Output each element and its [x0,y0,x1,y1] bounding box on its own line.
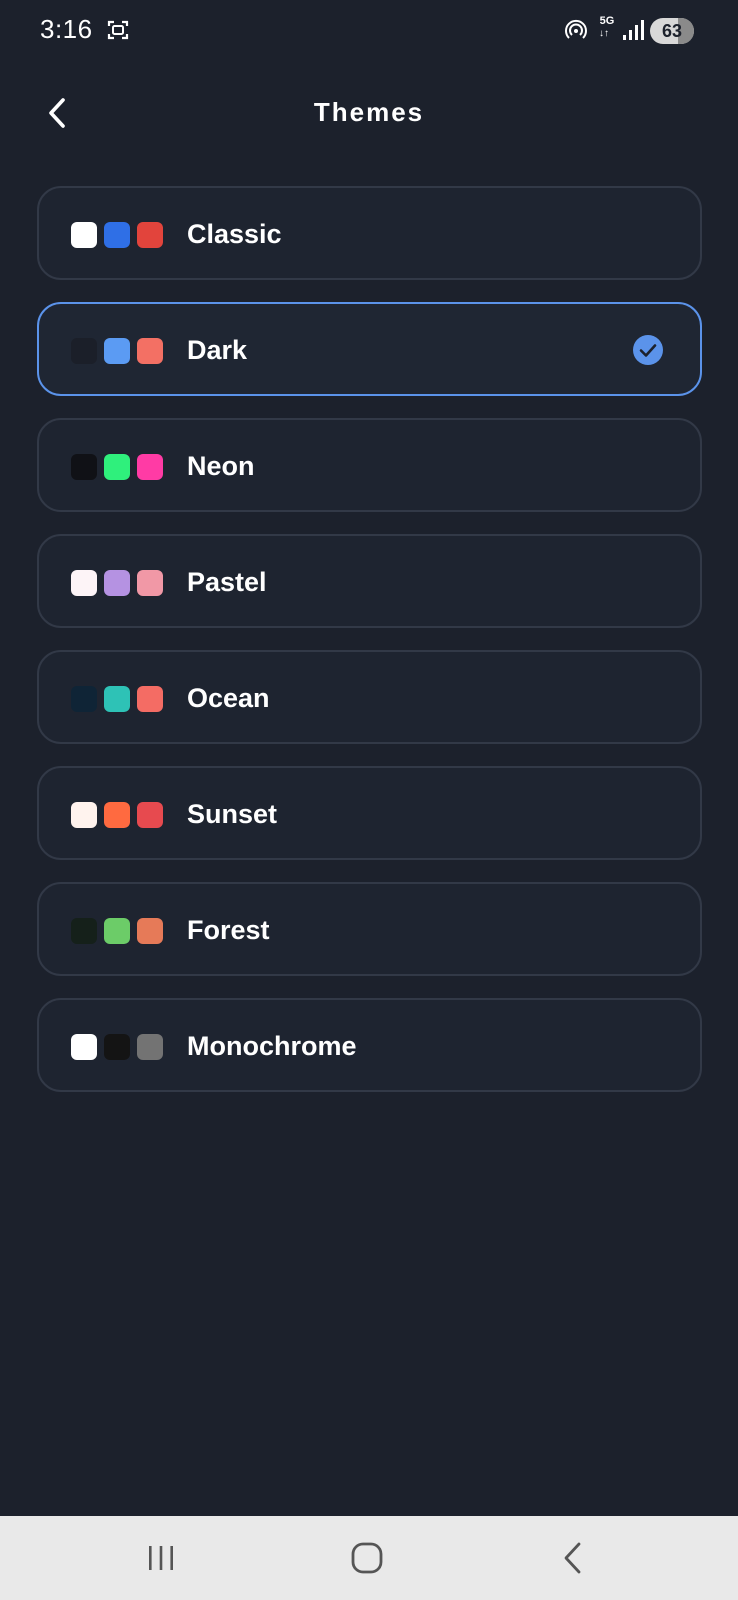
hotspot-icon [565,19,587,39]
theme-option-pastel[interactable]: Pastel [37,534,702,628]
signal-icon [623,20,644,40]
theme-option-monochrome[interactable]: Monochrome [37,998,702,1092]
color-swatch [104,802,130,828]
color-swatch [71,802,97,828]
color-swatch [71,1034,97,1060]
network-activity: ↓↑ [599,28,609,39]
color-swatches [71,222,170,248]
color-swatch [71,338,97,364]
color-swatch [104,454,130,480]
color-swatches [71,338,170,364]
color-swatches [71,802,170,828]
color-swatch [104,686,130,712]
color-swatch [71,918,97,944]
recent-apps-icon[interactable] [139,1536,183,1580]
theme-option-classic[interactable]: Classic [37,186,702,280]
back-icon[interactable] [552,1536,596,1580]
color-swatch [137,338,163,364]
theme-option-neon[interactable]: Neon [37,418,702,512]
color-swatch [137,454,163,480]
theme-option-forest[interactable]: Forest [37,882,702,976]
theme-name: Forest [187,915,270,945]
theme-name: Classic [187,219,282,249]
color-swatches [71,918,170,944]
color-swatch [71,570,97,596]
color-swatch [104,1034,130,1060]
network-type: 5G [599,15,615,27]
page-title: Themes [313,97,425,127]
battery-level: 63 [661,21,683,41]
color-swatch [71,222,97,248]
color-swatches [71,454,170,480]
color-swatch [104,222,130,248]
theme-name: Monochrome [187,1031,357,1061]
theme-option-ocean[interactable]: Ocean [37,650,702,744]
color-swatch [71,686,97,712]
battery-icon: 63 [650,18,694,44]
color-swatch [104,570,130,596]
theme-name: Sunset [187,799,278,829]
color-swatches [71,570,170,596]
system-nav-bar [0,1516,738,1600]
color-swatches [71,1034,170,1060]
color-swatches [71,686,170,712]
theme-name: Pastel [187,567,267,597]
screenshot-icon [107,20,129,40]
color-swatch [137,570,163,596]
theme-name: Dark [187,335,248,365]
color-swatch [137,918,163,944]
theme-option-dark[interactable]: Dark [37,302,702,396]
theme-name: Ocean [187,683,270,713]
color-swatch [137,802,163,828]
theme-name: Neon [187,451,255,481]
theme-option-sunset[interactable]: Sunset [37,766,702,860]
home-icon[interactable] [345,1536,389,1580]
check-circle-icon [633,335,663,365]
color-swatch [137,686,163,712]
color-swatch [137,1034,163,1060]
themes-screen: 3:16 5G ↓↑ 63 Themes Classic Dark Neon Past… [0,0,738,1600]
color-swatch [71,454,97,480]
theme-list: Classic Dark Neon Pastel Ocean Sunset Forest Mo… [37,186,702,1114]
status-bar: 3:16 5G ↓↑ 63 [0,0,738,62]
color-swatch [137,222,163,248]
status-time: 3:16 [40,14,93,44]
color-swatch [104,338,130,364]
color-swatch [104,918,130,944]
